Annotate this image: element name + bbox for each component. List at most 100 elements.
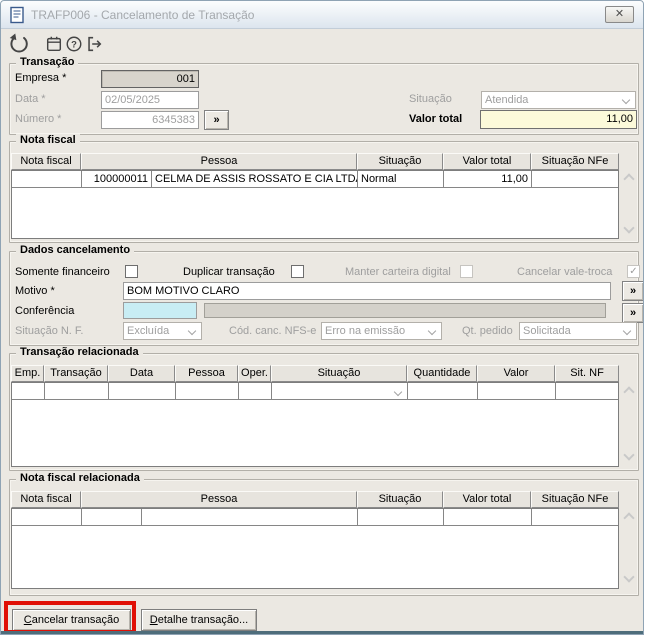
- highlight-annotation: [4, 601, 136, 634]
- table-cell[interactable]: [142, 509, 358, 525]
- situacao-dropdown[interactable]: Atendida: [481, 91, 636, 109]
- qt-pedido-value: Solicitada: [523, 325, 571, 337]
- table-header-row: Emp. Transação Data Pessoa Oper. Situaçã…: [11, 365, 619, 382]
- table-header-row: Nota fiscal Pessoa Situação Valor total …: [11, 491, 619, 508]
- table-cell[interactable]: 11,00: [444, 171, 532, 187]
- conferencia-lookup-button[interactable]: »: [622, 303, 644, 323]
- table-row[interactable]: [12, 383, 618, 400]
- table-cell[interactable]: Normal: [358, 171, 444, 187]
- table-cell[interactable]: [109, 383, 176, 399]
- header-cell: Pessoa: [81, 491, 357, 508]
- table-cell[interactable]: [532, 509, 618, 525]
- scroll-up-icon[interactable]: [623, 511, 634, 519]
- svg-text:?: ?: [71, 39, 77, 50]
- chevron-down-icon: [429, 328, 436, 335]
- table-cell[interactable]: [12, 171, 82, 187]
- table-cell[interactable]: [358, 509, 444, 525]
- table-cell[interactable]: [444, 509, 532, 525]
- header-cell: Valor total: [443, 153, 531, 170]
- header-cell: Nota fiscal: [11, 491, 81, 508]
- numero-field[interactable]: 6345383: [101, 111, 199, 129]
- table-cell[interactable]: 100000011: [82, 171, 152, 187]
- header-cell: Transação: [44, 365, 108, 382]
- header-cell: Oper.: [238, 365, 271, 382]
- transacao-relacionada-table: Emp. Transação Data Pessoa Oper. Situaçã…: [11, 365, 619, 382]
- qt-pedido-dropdown[interactable]: Solicitada: [519, 322, 637, 340]
- scroll-up-icon[interactable]: [623, 385, 634, 393]
- group-transacao-relacionada-title: Transação relacionada: [16, 346, 143, 358]
- conferencia-desc-field: [204, 303, 606, 318]
- close-icon[interactable]: ✕: [605, 6, 634, 23]
- cod-canc-dropdown[interactable]: Erro na emissão: [321, 322, 442, 340]
- empresa-field: 001: [101, 70, 199, 88]
- header-cell: Situação NFe: [531, 491, 619, 508]
- table-cell[interactable]: [12, 383, 45, 399]
- header-cell: Pessoa: [175, 365, 238, 382]
- table-cell[interactable]: [239, 383, 272, 399]
- qt-pedido-label: Qt. pedido: [462, 325, 513, 337]
- table-body: [11, 382, 619, 467]
- numero-lookup-button[interactable]: »: [204, 110, 229, 130]
- help-icon[interactable]: ?: [65, 35, 83, 53]
- manter-carteira-checkbox: [460, 265, 473, 278]
- scroll-down-icon[interactable]: [623, 223, 634, 231]
- scroll-up-icon[interactable]: [623, 172, 634, 180]
- situacao-label: Situação: [409, 93, 452, 105]
- titlebar: TRAFP006 - Cancelamento de Transação ✕: [1, 1, 643, 29]
- calendar-icon[interactable]: [45, 35, 63, 53]
- table-body: 100000011 CELMA DE ASSIS ROSSATO E CIA L…: [11, 170, 619, 239]
- table-cell[interactable]: [12, 509, 82, 525]
- table-cell[interactable]: [408, 383, 478, 399]
- table-row[interactable]: 100000011 CELMA DE ASSIS ROSSATO E CIA L…: [12, 171, 618, 188]
- header-cell: Situação: [357, 491, 443, 508]
- table-cell[interactable]: [176, 383, 239, 399]
- situacao-nf-dropdown[interactable]: Excluída: [123, 322, 202, 340]
- header-cell: Emp.: [11, 365, 44, 382]
- header-cell: Situação NFe: [531, 153, 619, 170]
- table-cell[interactable]: [532, 171, 618, 187]
- valor-total-field: 11,00: [480, 110, 637, 129]
- scroll-down-icon[interactable]: [623, 450, 634, 458]
- group-nota-fiscal-relacionada-title: Nota fiscal relacionada: [16, 472, 144, 484]
- header-cell: Valor: [477, 365, 555, 382]
- table-row[interactable]: [12, 509, 618, 526]
- header-cell: Sit. NF: [555, 365, 619, 382]
- table-cell[interactable]: [45, 383, 109, 399]
- chevron-down-icon: [623, 97, 630, 104]
- table-cell[interactable]: [478, 383, 556, 399]
- chevron-down-icon: [189, 328, 196, 335]
- table-cell[interactable]: [556, 383, 618, 399]
- conferencia-label: Conferência: [15, 305, 74, 317]
- exit-icon[interactable]: [85, 35, 103, 53]
- cancelar-vale-troca-label: Cancelar vale-troca: [517, 266, 612, 278]
- duplicar-transacao-checkbox[interactable]: [291, 265, 304, 278]
- data-field[interactable]: 02/05/2025: [101, 91, 199, 109]
- cod-canc-value: Erro na emissão: [325, 325, 405, 337]
- situacao-nf-value: Excluída: [127, 325, 169, 337]
- header-cell: Pessoa: [81, 153, 357, 170]
- motivo-label: Motivo *: [15, 285, 55, 297]
- valor-total-label: Valor total: [409, 113, 462, 125]
- button-mnemonic: D: [150, 614, 158, 626]
- app-window: TRAFP006 - Cancelamento de Transação ✕ ?…: [0, 0, 644, 635]
- header-cell: Situação: [271, 365, 407, 382]
- check-icon: ✓: [629, 266, 637, 277]
- somente-financeiro-checkbox[interactable]: [125, 265, 138, 278]
- situacao-value: Atendida: [485, 94, 528, 106]
- button-label: etalhe transação...: [158, 614, 249, 626]
- situacao-nf-label: Situação N. F.: [15, 325, 83, 337]
- table-cell-dropdown[interactable]: [272, 383, 408, 399]
- table-cell[interactable]: CELMA DE ASSIS ROSSATO E CIA LTDA: [152, 171, 358, 187]
- motivo-field[interactable]: BOM MOTIVO CLARO: [123, 282, 611, 300]
- motivo-lookup-button[interactable]: »: [622, 281, 644, 301]
- table-cell[interactable]: [82, 509, 142, 525]
- table-header-row: Nota fiscal Pessoa Situação Valor total …: [11, 153, 619, 170]
- undo-icon[interactable]: [7, 33, 29, 55]
- scroll-down-icon[interactable]: [623, 572, 634, 580]
- header-cell: Data: [108, 365, 175, 382]
- conferencia-field[interactable]: [123, 302, 197, 319]
- nota-fiscal-table: Nota fiscal Pessoa Situação Valor total …: [11, 153, 619, 170]
- nota-fiscal-relacionada-table: Nota fiscal Pessoa Situação Valor total …: [11, 491, 619, 508]
- detalhe-transacao-button[interactable]: Detalhe transação...: [141, 609, 257, 631]
- duplicar-transacao-label: Duplicar transação: [183, 266, 275, 278]
